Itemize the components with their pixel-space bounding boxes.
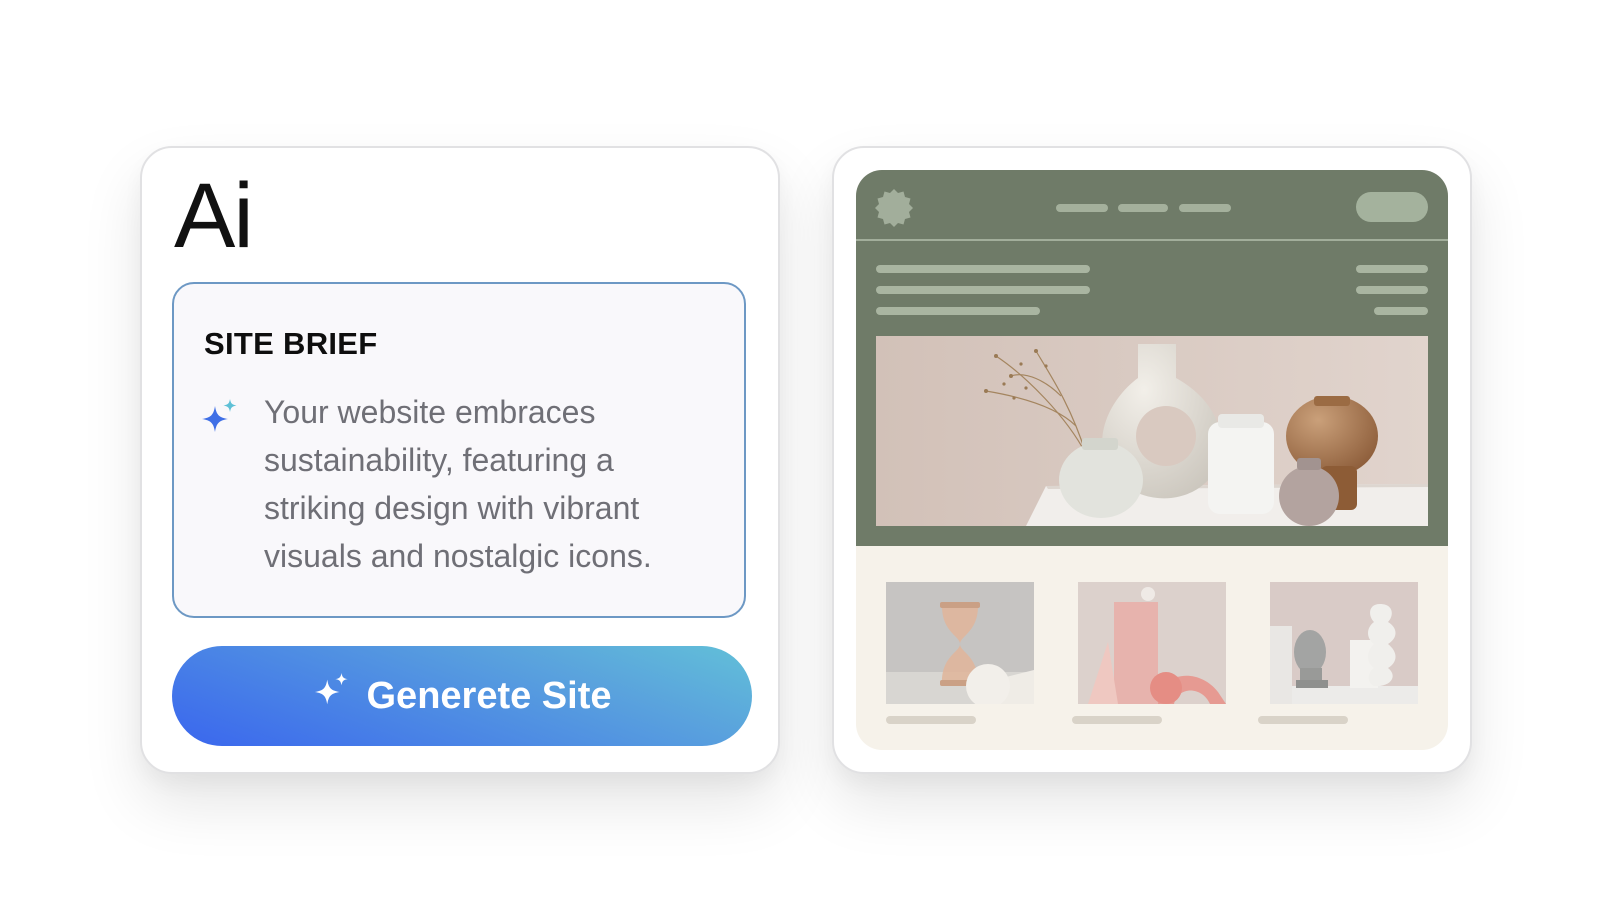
- site-brief-text: Your website embraces sustainability, fe…: [264, 394, 652, 574]
- text-line-placeholder: [876, 265, 1090, 273]
- generate-site-label: Generete Site: [366, 674, 612, 717]
- mockup-header: [856, 170, 1448, 546]
- caption-placeholder: [886, 716, 976, 724]
- nav-link-placeholder: [1056, 204, 1108, 212]
- site-brief-title: SITE BRIEF: [204, 326, 378, 361]
- text-line-placeholder: [876, 307, 1040, 315]
- website-mockup: [856, 170, 1448, 750]
- cta-pill-placeholder: [1356, 192, 1428, 222]
- site-brief-box[interactable]: SITE BRIEF Your website embraces sustain…: [172, 282, 746, 618]
- sparkle-icon: [200, 398, 240, 438]
- hero-image: [876, 336, 1428, 526]
- generate-site-button[interactable]: Generete Site: [172, 646, 752, 746]
- header-divider: [856, 239, 1448, 241]
- text-line-placeholder: [1356, 265, 1428, 273]
- nav-link-placeholder: [1179, 204, 1231, 212]
- nav-link-placeholder: [1118, 204, 1168, 212]
- text-line-placeholder: [1374, 307, 1428, 315]
- thumbnail-image-2: [1078, 582, 1226, 704]
- caption-placeholder: [1258, 716, 1348, 724]
- sparkle-icon: [313, 672, 351, 720]
- ai-logo: Ai: [174, 165, 254, 267]
- text-line-placeholder: [876, 286, 1090, 294]
- thumbnail-image-1: [886, 582, 1034, 704]
- caption-placeholder: [1072, 716, 1162, 724]
- text-line-placeholder: [1356, 286, 1428, 294]
- ai-panel-card: Ai SITE BRIEF Your website embraces sust…: [140, 146, 780, 774]
- logo-badge-icon: [874, 188, 914, 228]
- thumbnail-image-3: [1270, 582, 1418, 704]
- site-preview-card: [832, 146, 1472, 774]
